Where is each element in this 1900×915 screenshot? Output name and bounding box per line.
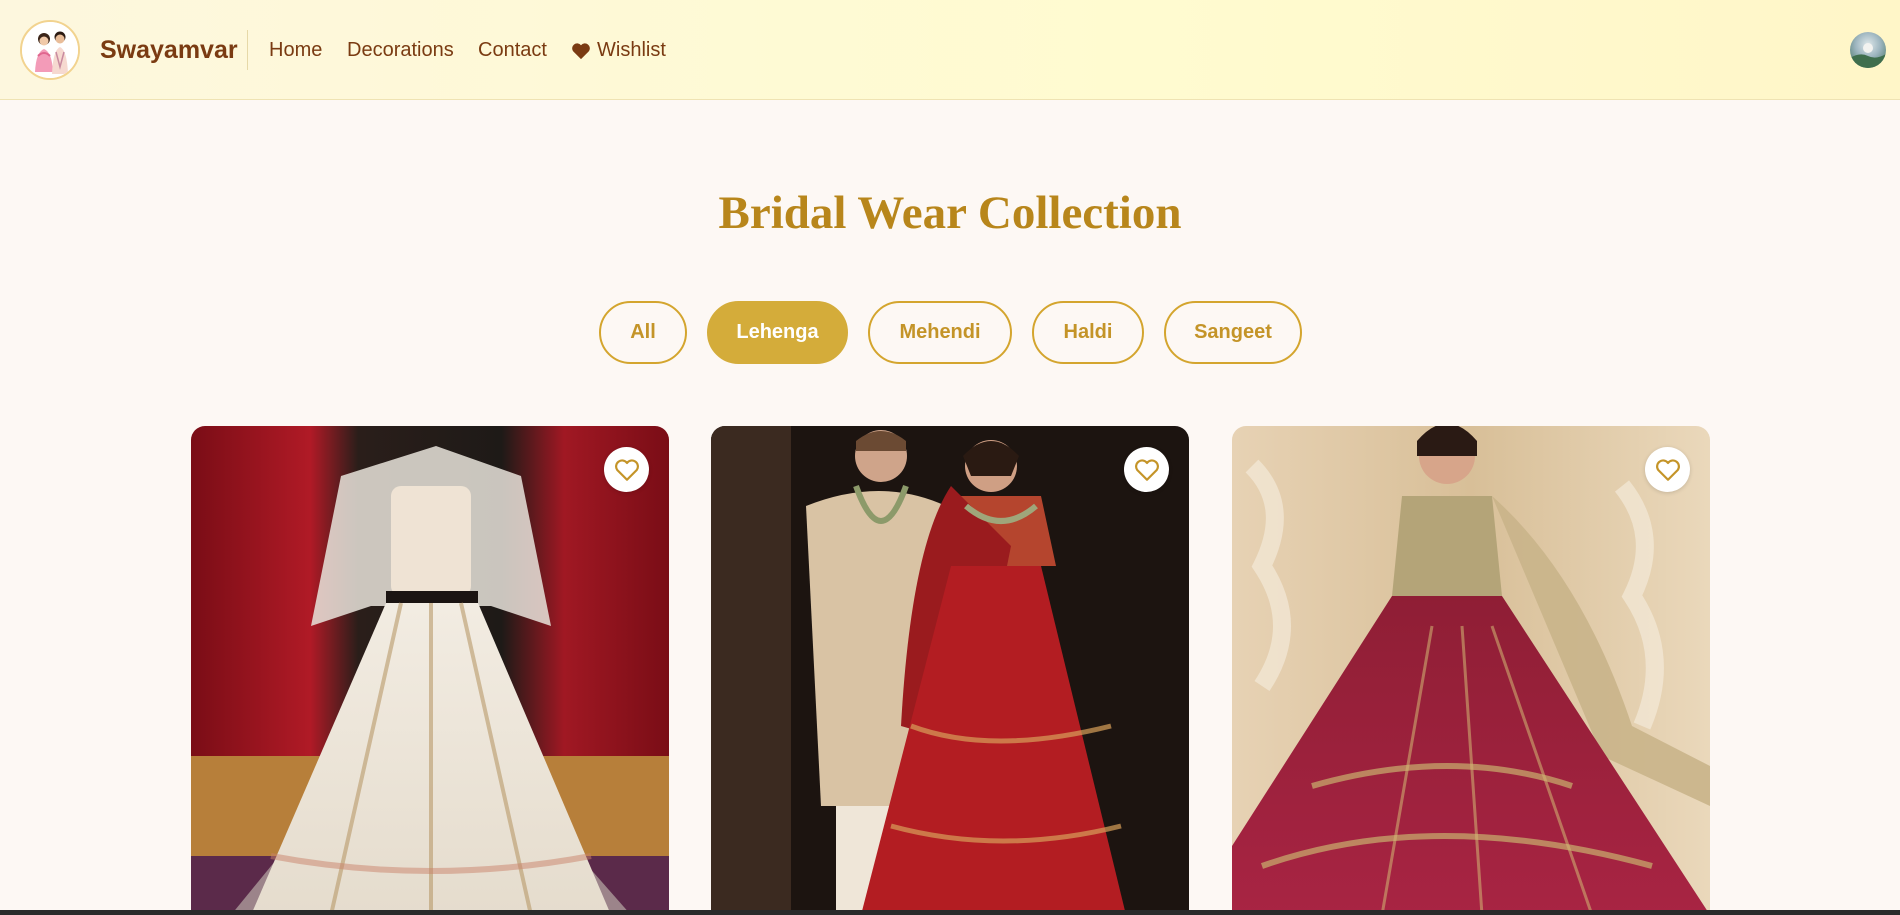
nav-wishlist-link[interactable]: Wishlist <box>571 39 666 62</box>
brand-name[interactable]: Swayamvar <box>100 36 238 65</box>
taskbar-edge <box>0 910 1900 915</box>
product-card[interactable] <box>711 426 1189 915</box>
add-to-wishlist-button[interactable] <box>604 447 649 492</box>
add-to-wishlist-button[interactable] <box>1124 447 1169 492</box>
filter-all-button[interactable]: All <box>599 301 687 364</box>
filter-mehendi-button[interactable]: Mehendi <box>868 301 1012 364</box>
avatar-image <box>1850 32 1886 68</box>
header-divider <box>247 30 248 70</box>
heart-filled-icon <box>572 42 590 59</box>
wishlist-label: Wishlist <box>597 39 666 61</box>
filter-haldi-button[interactable]: Haldi <box>1032 301 1144 364</box>
filter-lehenga-button[interactable]: Lehenga <box>707 301 848 364</box>
couple-logo[interactable] <box>20 20 80 80</box>
nav-decorations-link[interactable]: Decorations <box>347 39 454 62</box>
white-lehenga-image <box>191 426 669 915</box>
site-header: Swayamvar Home Decorations Contact Wishl… <box>0 0 1900 100</box>
user-avatar[interactable] <box>1850 32 1886 68</box>
nav-home-link[interactable]: Home <box>269 39 322 62</box>
page-title: Bridal Wear Collection <box>718 187 1182 239</box>
couple-lehenga-image <box>711 426 1189 915</box>
couple-logo-illustration <box>22 22 78 78</box>
maroon-lehenga-image <box>1232 426 1710 915</box>
product-card[interactable] <box>1232 426 1710 915</box>
add-to-wishlist-button[interactable] <box>1645 447 1690 492</box>
nav-contact-link[interactable]: Contact <box>478 39 547 62</box>
product-card[interactable] <box>191 426 669 915</box>
heart-outline-icon <box>614 458 639 481</box>
heart-outline-icon <box>1655 458 1680 481</box>
filter-sangeet-button[interactable]: Sangeet <box>1164 301 1302 364</box>
heart-outline-icon <box>1134 458 1159 481</box>
